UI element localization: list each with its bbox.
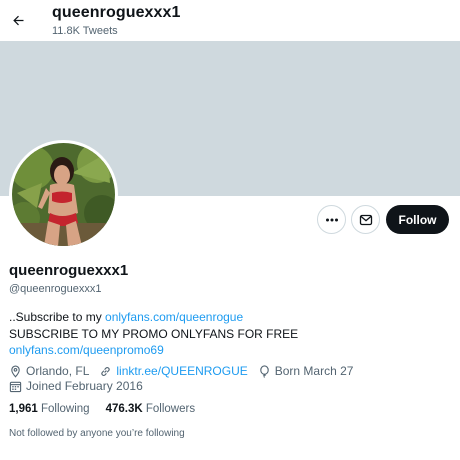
- website-item: linktr.ee/QUEENROGUE: [99, 364, 248, 378]
- not-followed-note: Not followed by anyone you’re following: [9, 428, 185, 439]
- bio-onlyfans-link[interactable]: onlyfans.com/queenrogue: [105, 310, 243, 324]
- balloon-icon: [259, 364, 269, 378]
- followers-label: Followers: [145, 403, 196, 415]
- avatar-photo: [12, 143, 115, 246]
- location-text: Orlando, FL: [26, 364, 90, 378]
- following-label: Following: [40, 403, 90, 415]
- birthday-item: Born March 27: [258, 364, 354, 378]
- header-tweet-count: 11.8K Tweets: [52, 25, 118, 37]
- message-button[interactable]: [351, 205, 380, 234]
- birthday-text: Born March 27: [274, 364, 354, 378]
- profile-display-name: queenroguexxx1: [9, 262, 129, 279]
- profile-meta-row: Orlando, FL linktr.ee/QUEENROGUE Born Ma…: [9, 364, 363, 378]
- arrow-left-icon: [12, 15, 23, 25]
- location-pin-icon: [11, 365, 20, 378]
- avatar[interactable]: [9, 140, 118, 249]
- bio-line-1: ..Subscribe to my onlyfans.com/queenrogu…: [9, 309, 449, 326]
- top-bar: queenroguexxx1 11.8K Tweets: [0, 0, 460, 41]
- location-item: Orlando, FL: [9, 364, 89, 378]
- followers-count: 476.3K: [105, 403, 143, 415]
- joined-item: Joined February 2016: [9, 379, 143, 393]
- bio-line-1-text: ..Subscribe to my: [9, 310, 106, 324]
- bio-line-2: SUBSCRIBE TO MY PROMO ONLYFANS FOR FREE: [9, 326, 299, 341]
- website-link[interactable]: linktr.ee/QUEENROGUE: [116, 364, 247, 378]
- bio-promo-link[interactable]: onlyfans.com/queenpromo69: [9, 342, 449, 359]
- calendar-icon: [9, 381, 22, 392]
- back-button[interactable]: [6, 6, 30, 34]
- following-link[interactable]: 1,961 Following: [9, 403, 90, 415]
- profile-joined-row: Joined February 2016: [9, 379, 153, 393]
- following-count: 1,961: [9, 403, 38, 415]
- follow-button[interactable]: Follow: [386, 205, 449, 234]
- joined-text: Joined February 2016: [26, 379, 143, 393]
- profile-bio: ..Subscribe to my onlyfans.com/queenrogu…: [9, 309, 449, 359]
- envelope-icon: [359, 214, 372, 225]
- follow-stats: 1,961 Following 476.3K Followers: [9, 403, 211, 415]
- link-icon: [101, 366, 111, 376]
- more-horizontal-icon: [325, 218, 338, 221]
- header-profile-name: queenroguexxx1: [52, 4, 181, 21]
- more-options-button[interactable]: [317, 205, 346, 234]
- followers-link[interactable]: 476.3K Followers: [106, 403, 196, 415]
- profile-handle: @queenroguexxx1: [9, 283, 102, 295]
